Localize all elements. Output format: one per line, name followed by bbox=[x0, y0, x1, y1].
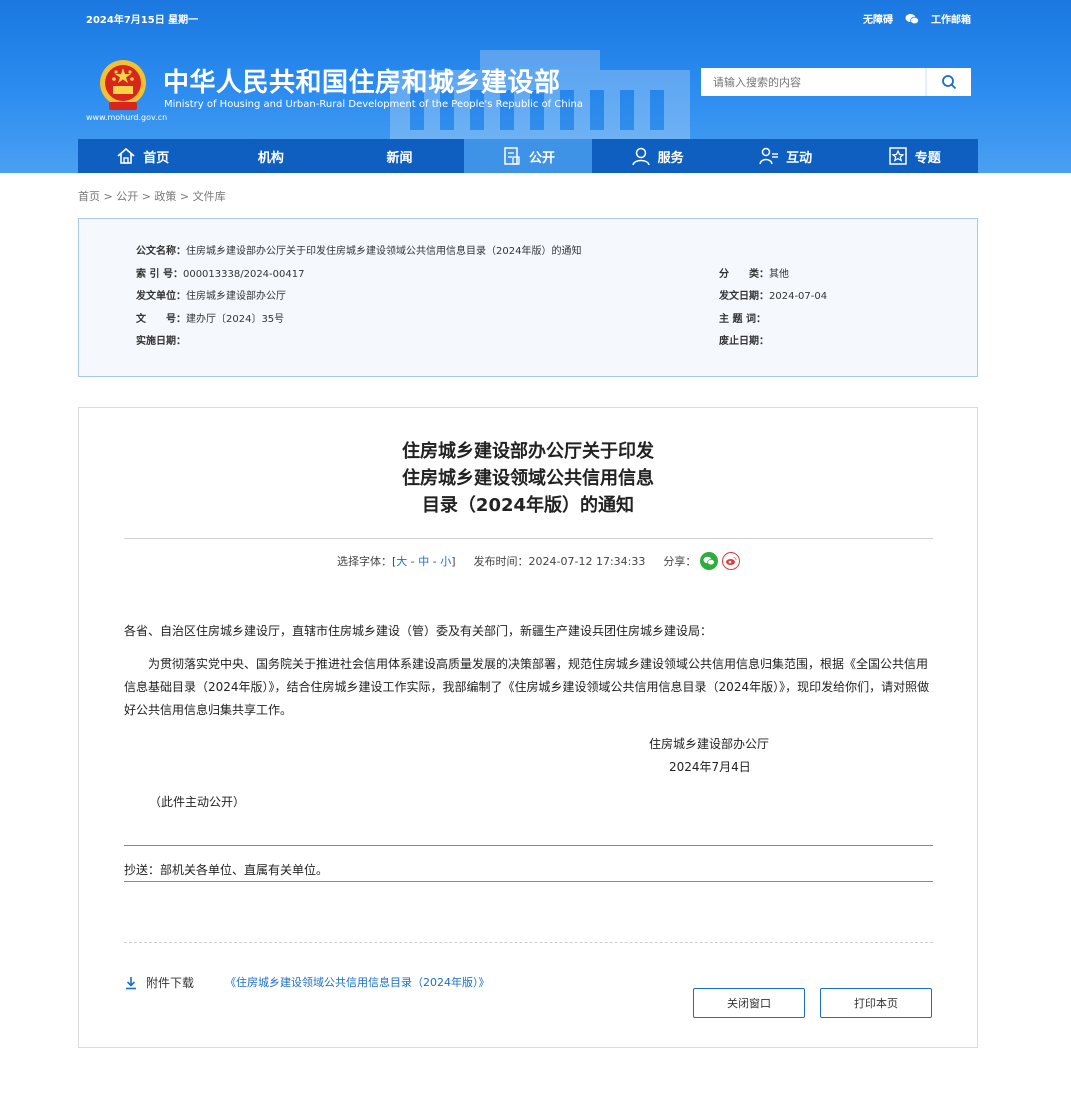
print-page-button[interactable]: 打印本页 bbox=[820, 988, 932, 1018]
attachment-link[interactable]: 《住房城乡建设领域公共信用信息目录（2024年版）》 bbox=[225, 974, 490, 990]
font-medium-link[interactable]: 中 bbox=[418, 553, 429, 569]
wechat-share-icon[interactable] bbox=[700, 552, 719, 570]
main-nav: 首页 机构 新闻 公开 服务 互动 专题 bbox=[78, 139, 978, 173]
meta-issue-date: 发文日期：2024-07-04 bbox=[719, 291, 828, 302]
meta-doc-number: 文 号：建办厅〔2024〕35号 bbox=[136, 314, 285, 325]
public-note: （此件主动公开） bbox=[149, 795, 246, 809]
weibo-share-icon[interactable] bbox=[722, 552, 741, 570]
cc-line: 抄送：部机关各单位、直属有关单位。 bbox=[124, 863, 329, 877]
current-date: 2024年7月15日 星期一 bbox=[86, 15, 199, 26]
divider bbox=[124, 538, 933, 539]
interact-icon bbox=[759, 147, 779, 165]
star-icon bbox=[889, 147, 907, 165]
attachment-download: 附件下载 bbox=[124, 974, 194, 991]
signature-date: 2024年7月4日 bbox=[669, 760, 751, 774]
body-paragraph: 为贯彻落实党中央、国务院关于推进社会信用体系建设高质量发展的决策部署，规范住房城… bbox=[124, 657, 930, 717]
document-icon bbox=[504, 147, 520, 165]
nav-item-home[interactable]: 首页 bbox=[78, 139, 207, 173]
meta-doc-name: 公文名称：住房城乡建设部办公厅关于印发住房城乡建设领域公共信用信息目录（2024… bbox=[136, 246, 582, 257]
meta-category: 分 类：其他 bbox=[719, 269, 789, 280]
publish-time: 发布时间：2024-07-12 17:34:33 bbox=[473, 555, 646, 568]
search-box bbox=[701, 68, 971, 96]
close-window-button[interactable]: 关闭窗口 bbox=[693, 988, 805, 1018]
top-links: 无障碍 工作邮箱 bbox=[863, 11, 971, 26]
article-panel: 住房城乡建设部办公厅关于印发 住房城乡建设领域公共信用信息 目录（2024年版）… bbox=[78, 407, 978, 1048]
meta-keywords: 主 题 词： bbox=[719, 314, 766, 325]
nav-item-news[interactable]: 新闻 bbox=[335, 139, 464, 173]
nav-item-service[interactable]: 服务 bbox=[592, 139, 721, 173]
nav-item-open[interactable]: 公开 bbox=[463, 139, 593, 173]
download-icon bbox=[126, 976, 136, 989]
site-header: 2024年7月15日 星期一 无障碍 工作邮箱 www.mohurd.gov.c… bbox=[0, 0, 1071, 173]
nav-item-interaction[interactable]: 互动 bbox=[721, 139, 850, 173]
work-mail-link[interactable]: 工作邮箱 bbox=[931, 11, 971, 26]
nav-item-topics[interactable]: 专题 bbox=[849, 139, 978, 173]
site-title: 中华人民共和国住房和城乡建设部 bbox=[163, 68, 561, 98]
national-emblem-icon bbox=[100, 60, 146, 110]
divider bbox=[124, 881, 933, 882]
home-icon bbox=[117, 147, 135, 164]
meta-expire-date: 废止日期： bbox=[719, 336, 769, 347]
divider bbox=[124, 845, 933, 846]
site-subtitle: Ministry of Housing and Urban-Rural Deve… bbox=[164, 99, 583, 110]
meta-issuer: 发文单位：住房城乡建设部办公厅 bbox=[136, 291, 286, 302]
signature-org: 住房城乡建设部办公厅 bbox=[649, 737, 770, 751]
accessibility-link[interactable]: 无障碍 bbox=[863, 11, 893, 26]
font-small-link[interactable]: 小 bbox=[440, 553, 451, 569]
meta-effective-date: 实施日期： bbox=[136, 336, 186, 347]
article-title: 住房城乡建设部办公厅关于印发 住房城乡建设领域公共信用信息 目录（2024年版）… bbox=[402, 441, 654, 516]
breadcrumb[interactable]: 首页 > 公开 > 政策 > 文件库 bbox=[78, 188, 226, 204]
font-large-link[interactable]: 大 bbox=[396, 553, 407, 569]
salutation-paragraph: 各省、自治区住房城乡建设厅，直辖市住房城乡建设（管）委及有关部门，新疆生产建设兵… bbox=[124, 624, 713, 638]
site-url: www.mohurd.gov.cn bbox=[86, 113, 168, 122]
article-info: 选择字体：[ 大 - 中 - 小 ] 发布时间：2024-07-12 17:34… bbox=[337, 552, 741, 570]
search-icon bbox=[942, 75, 957, 90]
meta-index: 索 引 号：000013338/2024-00417 bbox=[136, 269, 305, 280]
search-button[interactable] bbox=[925, 68, 971, 96]
wechat-icon[interactable] bbox=[905, 13, 919, 25]
document-meta: 公文名称：住房城乡建设部办公厅关于印发住房城乡建设领域公共信用信息目录（2024… bbox=[78, 218, 978, 377]
share-label: 分享： bbox=[663, 555, 697, 568]
user-service-icon bbox=[631, 147, 650, 166]
dashed-divider bbox=[124, 942, 933, 943]
nav-item-organization[interactable]: 机构 bbox=[207, 139, 336, 173]
search-input[interactable] bbox=[701, 68, 925, 96]
